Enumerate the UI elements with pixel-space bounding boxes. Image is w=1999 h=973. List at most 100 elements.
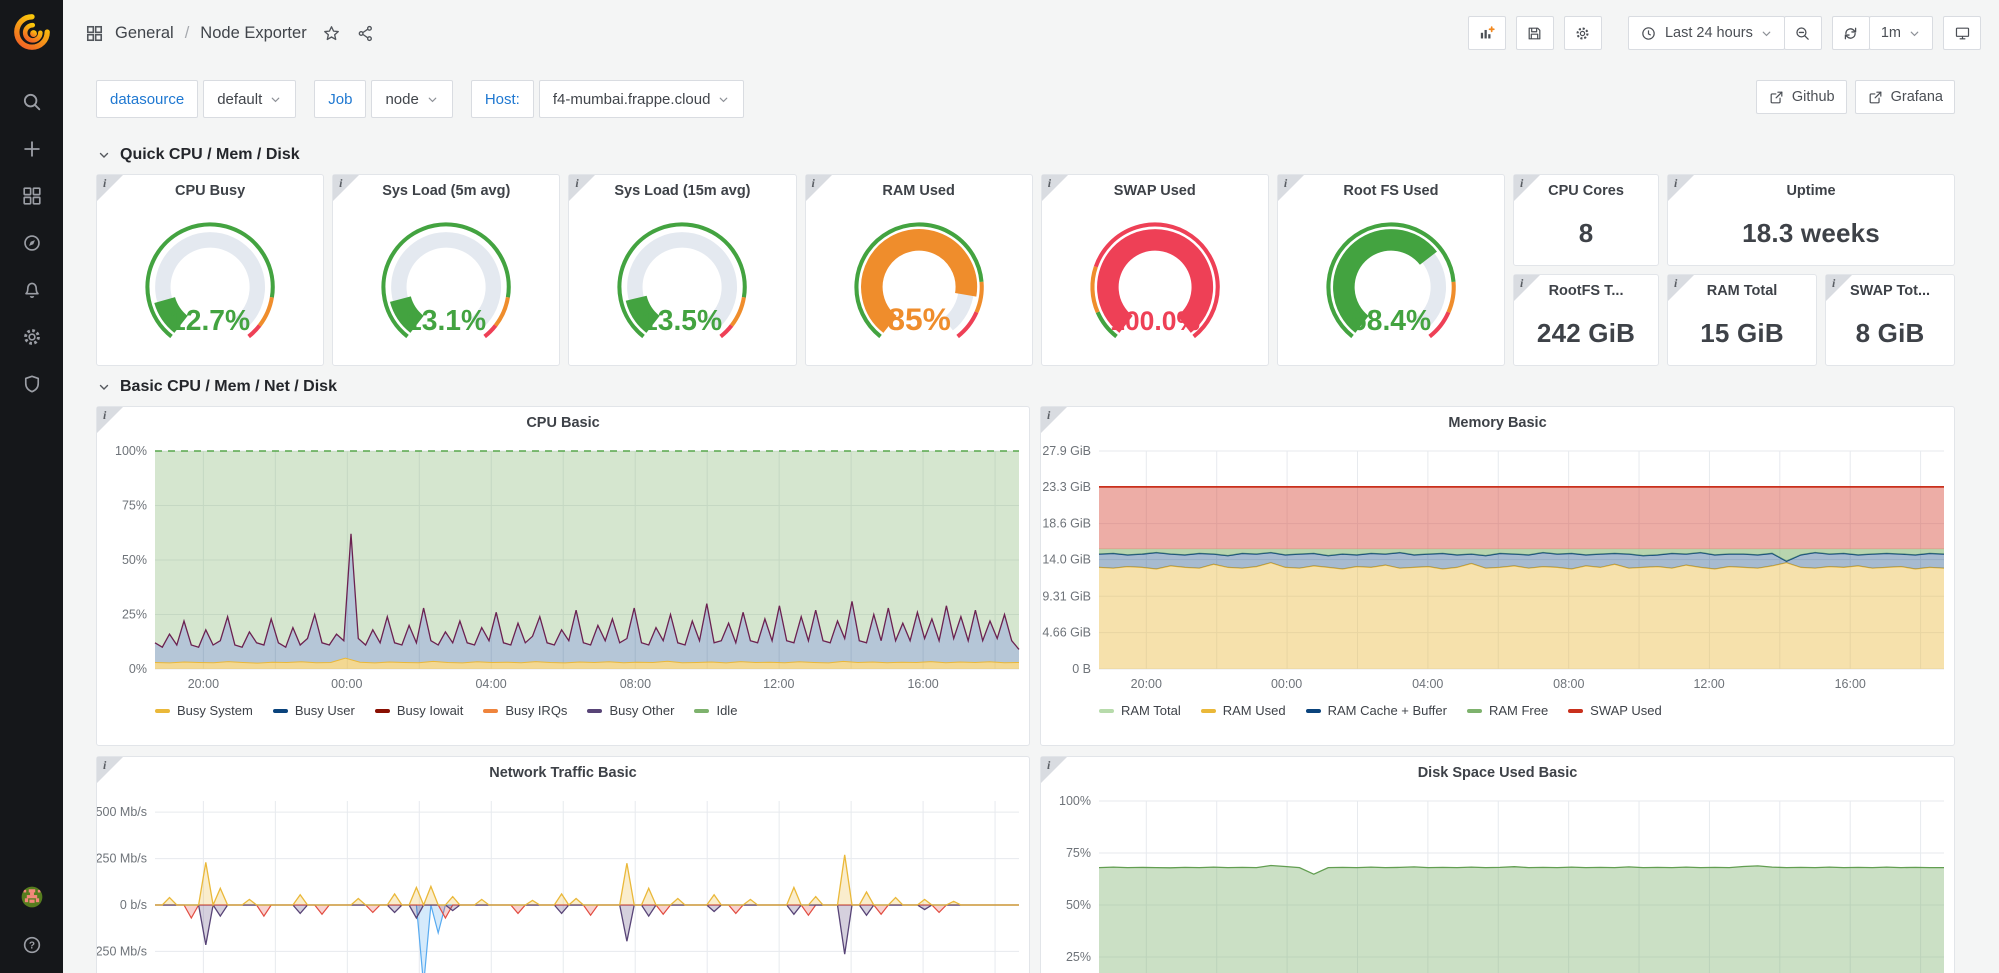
panel-sys-load-5m[interactable]: i Sys Load (5m avg) 13.1% [332, 174, 560, 366]
panel-title[interactable]: Root FS Used [1278, 175, 1504, 207]
panel-title[interactable]: CPU Busy [97, 175, 323, 207]
svg-text:18.6 GiB: 18.6 GiB [1042, 517, 1091, 531]
svg-text:68.4%: 68.4% [1351, 304, 1431, 336]
panel-title[interactable]: Sys Load (15m avg) [569, 175, 795, 207]
panel-info-icon[interactable]: i [97, 407, 123, 433]
legend-item[interactable]: Busy IRQs [483, 703, 567, 718]
panel-root-fs-used[interactable]: i Root FS Used 68.4% [1277, 174, 1505, 366]
breadcrumb-title[interactable]: Node Exporter [200, 24, 306, 43]
memory-basic-chart[interactable]: 0 B4.66 GiB9.31 GiB14.0 GiB18.6 GiB23.3 … [1041, 439, 1954, 699]
panel-title[interactable]: SWAP Used [1042, 175, 1268, 207]
svg-text:13.1%: 13.1% [406, 304, 486, 336]
panel-memory-basic[interactable]: i Memory Basic 0 B4.66 GiB9.31 GiB14.0 G… [1040, 406, 1955, 746]
svg-text:50%: 50% [1066, 898, 1091, 912]
panel-info-icon[interactable]: i [1041, 757, 1067, 783]
panel-info-icon[interactable]: i [333, 175, 359, 201]
kiosk-mode-button[interactable] [1943, 16, 1981, 50]
configuration-gear-icon[interactable] [20, 325, 44, 349]
panel-info-icon[interactable]: i [1041, 407, 1067, 433]
panel-title[interactable]: Network Traffic Basic [97, 757, 1029, 789]
panel-info-icon[interactable]: i [1668, 175, 1694, 201]
legend-item[interactable]: RAM Cache + Buffer [1306, 703, 1447, 718]
legend-item[interactable]: Busy User [273, 703, 355, 718]
variable-host-value[interactable]: f4-mumbai.frappe.cloud [539, 80, 745, 118]
panel-cpu-busy[interactable]: i CPU Busy 12.7% [96, 174, 324, 366]
search-icon[interactable] [20, 90, 44, 114]
alerting-bell-icon[interactable] [20, 278, 44, 302]
panel-rootfs-total[interactable]: i RootFS T... 242 GiB [1513, 274, 1659, 366]
grafana-logo[interactable] [0, 0, 63, 64]
panel-info-icon[interactable]: i [97, 757, 123, 783]
panel-info-icon[interactable]: i [1668, 275, 1694, 301]
panel-title[interactable]: Memory Basic [1041, 407, 1954, 439]
gauge-root-fs-used: 68.4% [1278, 207, 1504, 359]
cpu-basic-chart[interactable]: 0%25%50%75%100%20:0000:0004:0008:0012:00… [97, 439, 1029, 699]
add-panel-button[interactable] [1468, 16, 1506, 50]
grafana-link-button[interactable]: Grafana [1855, 80, 1955, 114]
panel-info-icon[interactable]: i [1514, 275, 1540, 301]
explore-compass-icon[interactable] [20, 231, 44, 255]
dashboard-settings-button[interactable] [1564, 16, 1602, 50]
row-header-basic[interactable]: Basic CPU / Mem / Net / Disk [96, 366, 1955, 406]
dashboards-icon[interactable] [20, 184, 44, 208]
svg-text:85%: 85% [887, 301, 950, 337]
panel-cpu-cores[interactable]: i CPU Cores 8 [1513, 174, 1659, 266]
variable-datasource-value[interactable]: default [203, 80, 296, 118]
svg-text:00:00: 00:00 [331, 677, 362, 691]
panel-info-icon[interactable]: i [569, 175, 595, 201]
github-link-button[interactable]: Github [1756, 80, 1847, 114]
legend-item[interactable]: Busy Other [587, 703, 674, 718]
panel-ram-used[interactable]: i RAM Used 85% [805, 174, 1033, 366]
create-plus-icon[interactable] [20, 137, 44, 161]
breadcrumb-section[interactable]: General [115, 24, 174, 43]
panel-title[interactable]: Sys Load (5m avg) [333, 175, 559, 207]
panel-cpu-basic[interactable]: i CPU Basic 0%25%50%75%100%20:0000:0004:… [96, 406, 1030, 746]
panel-title[interactable]: Disk Space Used Basic [1041, 757, 1954, 789]
legend-swatch [273, 709, 288, 713]
share-icon[interactable] [356, 24, 375, 43]
star-icon[interactable] [322, 24, 341, 43]
svg-text:16:00: 16:00 [1835, 677, 1866, 691]
panel-sys-load-15m[interactable]: i Sys Load (15m avg) 13.5% [568, 174, 796, 366]
help-icon[interactable]: ? [20, 933, 44, 957]
panel-uptime[interactable]: i Uptime 18.3 weeks [1667, 174, 1955, 266]
panel-info-icon[interactable]: i [1826, 275, 1852, 301]
save-dashboard-button[interactable] [1516, 16, 1554, 50]
legend-item[interactable]: Busy System [155, 703, 253, 718]
variable-job-value[interactable]: node [371, 80, 452, 118]
panel-info-icon[interactable]: i [1042, 175, 1068, 201]
panel-info-icon[interactable]: i [1514, 175, 1540, 201]
server-admin-shield-icon[interactable] [20, 372, 44, 396]
panel-info-icon[interactable]: i [806, 175, 832, 201]
legend-item[interactable]: Busy Iowait [375, 703, 463, 718]
panel-info-icon[interactable]: i [97, 175, 123, 201]
row-header-quick[interactable]: Quick CPU / Mem / Disk [96, 134, 1955, 174]
user-avatar[interactable] [20, 885, 44, 909]
stat-value: 8 [1514, 207, 1658, 259]
memory-basic-legend: RAM Total RAM Used RAM Cache + Buffer RAM F… [1041, 699, 1954, 726]
panel-ram-total[interactable]: i RAM Total 15 GiB [1667, 274, 1817, 366]
legend-item[interactable]: RAM Used [1201, 703, 1286, 718]
legend-item[interactable]: RAM Total [1099, 703, 1181, 718]
zoom-out-time-button[interactable] [1784, 16, 1822, 50]
gauge-sys-load-5m: 13.1% [333, 207, 559, 359]
network-traffic-chart[interactable]: -500 Mb/s-250 Mb/s0 b/s250 Mb/s500 Mb/s2… [97, 789, 1029, 973]
legend-label: Busy User [295, 703, 355, 718]
legend-item[interactable]: Idle [694, 703, 737, 718]
panel-title[interactable]: Uptime [1668, 175, 1954, 207]
refresh-button[interactable] [1832, 16, 1870, 50]
panel-info-icon[interactable]: i [1278, 175, 1304, 201]
panel-disk-space-used-basic[interactable]: i Disk Space Used Basic 0%25%50%75%100%2… [1040, 756, 1955, 973]
legend-swatch [1099, 709, 1114, 713]
panel-title[interactable]: RAM Used [806, 175, 1032, 207]
panel-title[interactable]: CPU Basic [97, 407, 1029, 439]
disk-space-chart[interactable]: 0%25%50%75%100%20:0000:0004:0008:0012:00… [1041, 789, 1954, 973]
svg-text:25%: 25% [122, 608, 147, 622]
legend-item[interactable]: RAM Free [1467, 703, 1548, 718]
time-range-picker[interactable]: Last 24 hours [1628, 16, 1785, 50]
panel-swap-used[interactable]: i SWAP Used 100.0% [1041, 174, 1269, 366]
panel-network-traffic-basic[interactable]: i Network Traffic Basic -500 Mb/s-250 Mb… [96, 756, 1030, 973]
legend-item[interactable]: SWAP Used [1568, 703, 1662, 718]
panel-swap-total[interactable]: i SWAP Tot... 8 GiB [1825, 274, 1955, 366]
refresh-interval-picker[interactable]: 1m [1869, 16, 1933, 50]
